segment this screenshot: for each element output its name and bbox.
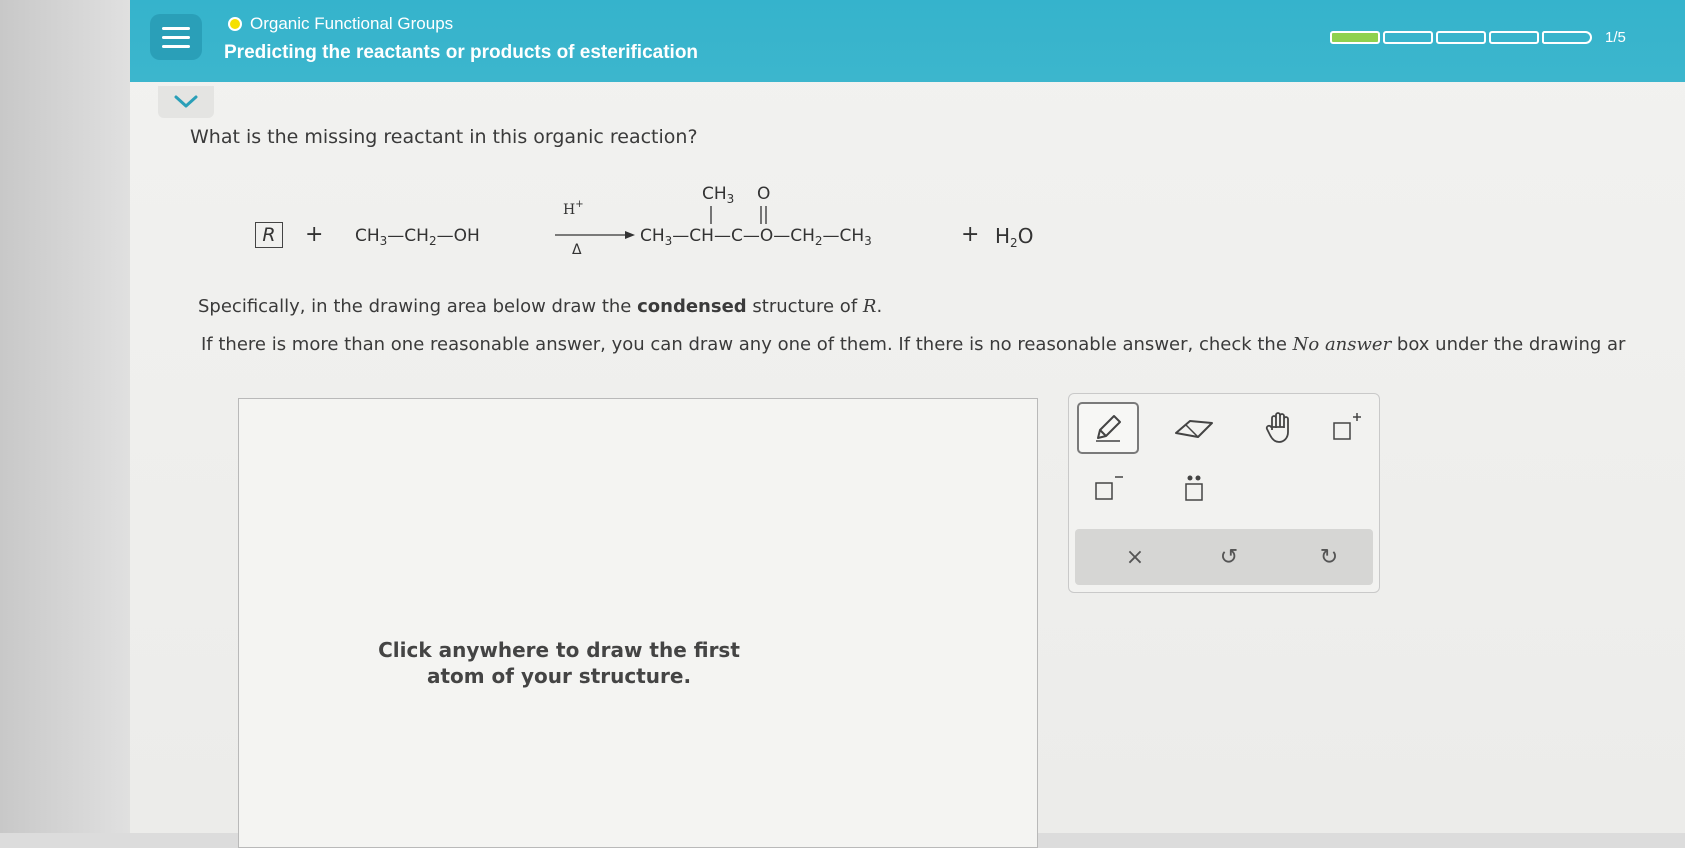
water-formula: H2O: [995, 224, 1034, 250]
formula-bond: —: [436, 226, 454, 246]
drawing-hint-line: atom of your structure.: [426, 664, 692, 688]
negative-charge-icon: [1095, 476, 1123, 500]
formula-atom: CH: [689, 226, 714, 246]
progress-segment: [1330, 31, 1380, 44]
topic-status-icon: [228, 17, 242, 31]
reaction-equation: R + CH3—CH2—OH H+ Δ CH3 O CH3—CH—C—O—CH2…: [255, 184, 1055, 264]
formula-atom: O: [1017, 224, 1034, 248]
catalyst-charge: +: [575, 199, 584, 210]
formula-atom: H: [995, 224, 1011, 248]
eraser-tool[interactable]: [1163, 402, 1225, 454]
redo-button[interactable]: ↻: [1309, 537, 1349, 577]
positive-charge-icon: [1333, 413, 1361, 440]
formula-atom: CH: [790, 226, 815, 246]
formula-atom: CH: [640, 226, 665, 246]
formula-atom: C: [730, 226, 743, 246]
instruction-part: Specifically, in the drawing area below …: [198, 296, 638, 317]
menu-icon-line: [162, 44, 190, 48]
progress-segment: [1436, 31, 1486, 44]
instruction-emphasis: condensed: [637, 296, 747, 317]
formula-atom: CH: [404, 226, 429, 246]
note-part: If there is more than one reasonable ans…: [201, 334, 1293, 355]
undo-button[interactable]: ↺: [1209, 537, 1249, 577]
instruction-part: structure of: [746, 296, 863, 317]
instruction-text: Specifically, in the drawing area below …: [198, 296, 882, 317]
plus-sign: +: [305, 222, 324, 247]
drawing-hint-line: Click anywhere to draw the first: [378, 638, 740, 662]
formula-subscript: 2: [428, 234, 437, 248]
instruction-variable: R: [862, 296, 877, 317]
tool-palette: × ↺ ↻: [1068, 393, 1380, 593]
pencil-icon: [1096, 415, 1121, 442]
chevron-down-icon: [174, 95, 198, 108]
plus-sign: +: [961, 222, 980, 247]
lone-pair-tool[interactable]: [1163, 462, 1225, 514]
formula-bond: —: [672, 226, 690, 246]
topic-label: Organic Functional Groups: [250, 14, 454, 33]
menu-icon-line: [162, 35, 190, 39]
branch-methyl: CH3: [702, 184, 734, 206]
positive-charge-tool[interactable]: [1315, 402, 1377, 454]
formula-atom: OH: [453, 226, 480, 246]
palette-action-bar: × ↺ ↻: [1075, 529, 1373, 585]
progress-segment: [1383, 31, 1433, 44]
progress-text: 1/5: [1605, 29, 1626, 46]
formula-subscript: 3: [664, 234, 673, 248]
formula-subscript: 2: [814, 234, 823, 248]
menu-icon-line: [162, 26, 190, 30]
formula-atom: CH: [355, 226, 380, 246]
note-part: box under the drawing ar: [1391, 334, 1626, 355]
move-tool[interactable]: [1249, 402, 1311, 454]
ethanol-formula: CH3—CH2—OH: [355, 226, 480, 248]
question-prompt: What is the missing reactant in this org…: [190, 126, 698, 148]
formula-atom: CH: [839, 226, 865, 246]
unknown-reactant-box: R: [255, 222, 283, 248]
lone-pair-icon: [1185, 475, 1203, 501]
formula-subscript: 2: [1010, 236, 1018, 250]
topic-row: Organic Functional Groups: [228, 14, 453, 34]
product-vertical-bonds: [710, 206, 767, 224]
catalyst-label: H+: [563, 199, 584, 218]
hand-icon: [1265, 412, 1289, 443]
drawing-canvas[interactable]: Click anywhere to draw the first atom of…: [238, 398, 1038, 848]
instruction-part: .: [876, 296, 883, 317]
menu-button[interactable]: [150, 14, 202, 60]
collapse-toggle[interactable]: [158, 86, 214, 118]
formula-subscript: 3: [864, 234, 872, 248]
negative-charge-tool[interactable]: [1077, 462, 1139, 514]
drawing-hint: Click anywhere to draw the first atom of…: [239, 637, 879, 689]
formula-subscript: 3: [379, 234, 388, 248]
unknown-label: R: [262, 224, 276, 246]
formula-bond: —: [713, 226, 731, 246]
formula-bond: —: [822, 226, 840, 246]
formula-bond: —: [742, 226, 760, 246]
formula-atom: CH: [702, 184, 727, 204]
heat-label: Δ: [572, 242, 582, 258]
note-emphasis: No answer: [1292, 334, 1392, 355]
progress-segment: [1542, 31, 1592, 44]
catalyst-text: H: [563, 202, 576, 218]
progress-segment: [1489, 31, 1539, 44]
formula-atom: O: [759, 226, 774, 246]
ester-formula: CH3—CH—C—O—CH2—CH3: [640, 226, 872, 248]
pencil-tool[interactable]: [1077, 402, 1139, 454]
progress-bar: 1/5: [1330, 29, 1626, 46]
reaction-arrow-icon: [555, 231, 635, 239]
note-text: If there is more than one reasonable ans…: [201, 334, 1625, 355]
eraser-icon: [1175, 420, 1213, 438]
lesson-title: Predicting the reactants or products of …: [224, 42, 699, 63]
formula-bond: —: [773, 226, 791, 246]
clear-button[interactable]: ×: [1115, 537, 1155, 577]
carbonyl-oxygen: O: [757, 184, 771, 204]
formula-bond: —: [387, 226, 405, 246]
